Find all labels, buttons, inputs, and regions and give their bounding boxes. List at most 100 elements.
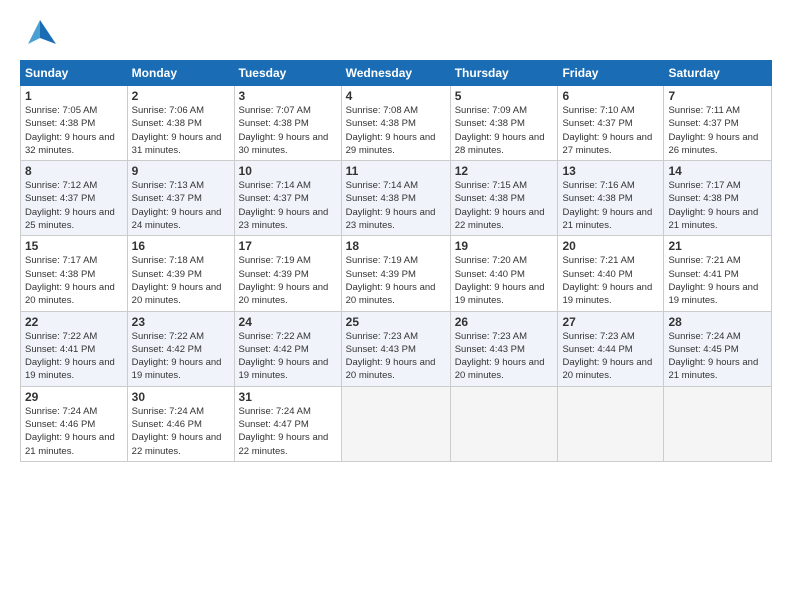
table-row: 4 Sunrise: 7:08 AMSunset: 4:38 PMDayligh…: [341, 86, 450, 161]
col-tuesday: Tuesday: [234, 61, 341, 86]
day-info: Sunrise: 7:13 AMSunset: 4:37 PMDaylight:…: [132, 180, 222, 231]
day-number: 8: [25, 164, 123, 178]
header: [20, 16, 772, 54]
col-saturday: Saturday: [664, 61, 772, 86]
day-number: 17: [239, 239, 337, 253]
day-info: Sunrise: 7:15 AMSunset: 4:38 PMDaylight:…: [455, 180, 545, 231]
table-row: 10 Sunrise: 7:14 AMSunset: 4:37 PMDaylig…: [234, 161, 341, 236]
day-number: 22: [25, 315, 123, 329]
day-number: 5: [455, 89, 554, 103]
table-row: 23 Sunrise: 7:22 AMSunset: 4:42 PMDaylig…: [127, 311, 234, 386]
day-number: 28: [668, 315, 767, 329]
col-thursday: Thursday: [450, 61, 558, 86]
table-row: 30 Sunrise: 7:24 AMSunset: 4:46 PMDaylig…: [127, 386, 234, 461]
day-number: 29: [25, 390, 123, 404]
calendar-table: Sunday Monday Tuesday Wednesday Thursday…: [20, 60, 772, 462]
table-row: [664, 386, 772, 461]
day-number: 10: [239, 164, 337, 178]
day-info: Sunrise: 7:09 AMSunset: 4:38 PMDaylight:…: [455, 105, 545, 156]
day-info: Sunrise: 7:12 AMSunset: 4:37 PMDaylight:…: [25, 180, 115, 231]
table-row: 25 Sunrise: 7:23 AMSunset: 4:43 PMDaylig…: [341, 311, 450, 386]
day-info: Sunrise: 7:14 AMSunset: 4:38 PMDaylight:…: [346, 180, 436, 231]
table-row: 18 Sunrise: 7:19 AMSunset: 4:39 PMDaylig…: [341, 236, 450, 311]
day-info: Sunrise: 7:24 AMSunset: 4:45 PMDaylight:…: [668, 331, 758, 382]
table-row: 15 Sunrise: 7:17 AMSunset: 4:38 PMDaylig…: [21, 236, 128, 311]
day-info: Sunrise: 7:24 AMSunset: 4:47 PMDaylight:…: [239, 406, 329, 457]
day-info: Sunrise: 7:19 AMSunset: 4:39 PMDaylight:…: [346, 255, 436, 306]
day-info: Sunrise: 7:18 AMSunset: 4:39 PMDaylight:…: [132, 255, 222, 306]
table-row: 22 Sunrise: 7:22 AMSunset: 4:41 PMDaylig…: [21, 311, 128, 386]
day-info: Sunrise: 7:22 AMSunset: 4:42 PMDaylight:…: [239, 331, 329, 382]
table-row: 28 Sunrise: 7:24 AMSunset: 4:45 PMDaylig…: [664, 311, 772, 386]
day-number: 3: [239, 89, 337, 103]
table-row: 26 Sunrise: 7:23 AMSunset: 4:43 PMDaylig…: [450, 311, 558, 386]
day-info: Sunrise: 7:08 AMSunset: 4:38 PMDaylight:…: [346, 105, 436, 156]
table-row: 21 Sunrise: 7:21 AMSunset: 4:41 PMDaylig…: [664, 236, 772, 311]
table-row: 24 Sunrise: 7:22 AMSunset: 4:42 PMDaylig…: [234, 311, 341, 386]
table-row: 3 Sunrise: 7:07 AMSunset: 4:38 PMDayligh…: [234, 86, 341, 161]
table-row: 27 Sunrise: 7:23 AMSunset: 4:44 PMDaylig…: [558, 311, 664, 386]
calendar-header-row: Sunday Monday Tuesday Wednesday Thursday…: [21, 61, 772, 86]
day-info: Sunrise: 7:07 AMSunset: 4:38 PMDaylight:…: [239, 105, 329, 156]
table-row: [558, 386, 664, 461]
day-number: 2: [132, 89, 230, 103]
day-info: Sunrise: 7:19 AMSunset: 4:39 PMDaylight:…: [239, 255, 329, 306]
table-row: 1 Sunrise: 7:05 AMSunset: 4:38 PMDayligh…: [21, 86, 128, 161]
calendar-week-row: 22 Sunrise: 7:22 AMSunset: 4:41 PMDaylig…: [21, 311, 772, 386]
day-number: 11: [346, 164, 446, 178]
table-row: 8 Sunrise: 7:12 AMSunset: 4:37 PMDayligh…: [21, 161, 128, 236]
day-info: Sunrise: 7:23 AMSunset: 4:43 PMDaylight:…: [346, 331, 436, 382]
day-info: Sunrise: 7:17 AMSunset: 4:38 PMDaylight:…: [668, 180, 758, 231]
day-number: 26: [455, 315, 554, 329]
day-info: Sunrise: 7:21 AMSunset: 4:40 PMDaylight:…: [562, 255, 652, 306]
table-row: [341, 386, 450, 461]
table-row: 2 Sunrise: 7:06 AMSunset: 4:38 PMDayligh…: [127, 86, 234, 161]
day-info: Sunrise: 7:22 AMSunset: 4:41 PMDaylight:…: [25, 331, 115, 382]
day-info: Sunrise: 7:17 AMSunset: 4:38 PMDaylight:…: [25, 255, 115, 306]
calendar-week-row: 15 Sunrise: 7:17 AMSunset: 4:38 PMDaylig…: [21, 236, 772, 311]
day-info: Sunrise: 7:14 AMSunset: 4:37 PMDaylight:…: [239, 180, 329, 231]
logo-icon: [20, 16, 58, 54]
day-number: 7: [668, 89, 767, 103]
day-number: 31: [239, 390, 337, 404]
day-number: 9: [132, 164, 230, 178]
table-row: 29 Sunrise: 7:24 AMSunset: 4:46 PMDaylig…: [21, 386, 128, 461]
table-row: 13 Sunrise: 7:16 AMSunset: 4:38 PMDaylig…: [558, 161, 664, 236]
table-row: 14 Sunrise: 7:17 AMSunset: 4:38 PMDaylig…: [664, 161, 772, 236]
day-info: Sunrise: 7:22 AMSunset: 4:42 PMDaylight:…: [132, 331, 222, 382]
table-row: 20 Sunrise: 7:21 AMSunset: 4:40 PMDaylig…: [558, 236, 664, 311]
day-number: 16: [132, 239, 230, 253]
col-sunday: Sunday: [21, 61, 128, 86]
day-number: 1: [25, 89, 123, 103]
day-info: Sunrise: 7:16 AMSunset: 4:38 PMDaylight:…: [562, 180, 652, 231]
page: Sunday Monday Tuesday Wednesday Thursday…: [0, 0, 792, 472]
table-row: 7 Sunrise: 7:11 AMSunset: 4:37 PMDayligh…: [664, 86, 772, 161]
day-number: 23: [132, 315, 230, 329]
day-info: Sunrise: 7:21 AMSunset: 4:41 PMDaylight:…: [668, 255, 758, 306]
day-number: 27: [562, 315, 659, 329]
table-row: 9 Sunrise: 7:13 AMSunset: 4:37 PMDayligh…: [127, 161, 234, 236]
day-info: Sunrise: 7:20 AMSunset: 4:40 PMDaylight:…: [455, 255, 545, 306]
day-number: 14: [668, 164, 767, 178]
day-number: 15: [25, 239, 123, 253]
day-number: 12: [455, 164, 554, 178]
day-number: 21: [668, 239, 767, 253]
day-info: Sunrise: 7:06 AMSunset: 4:38 PMDaylight:…: [132, 105, 222, 156]
day-number: 13: [562, 164, 659, 178]
table-row: 17 Sunrise: 7:19 AMSunset: 4:39 PMDaylig…: [234, 236, 341, 311]
table-row: [450, 386, 558, 461]
day-number: 18: [346, 239, 446, 253]
day-number: 4: [346, 89, 446, 103]
table-row: 31 Sunrise: 7:24 AMSunset: 4:47 PMDaylig…: [234, 386, 341, 461]
day-info: Sunrise: 7:10 AMSunset: 4:37 PMDaylight:…: [562, 105, 652, 156]
day-number: 30: [132, 390, 230, 404]
col-friday: Friday: [558, 61, 664, 86]
table-row: 11 Sunrise: 7:14 AMSunset: 4:38 PMDaylig…: [341, 161, 450, 236]
logo: [20, 16, 62, 54]
calendar-week-row: 1 Sunrise: 7:05 AMSunset: 4:38 PMDayligh…: [21, 86, 772, 161]
day-info: Sunrise: 7:11 AMSunset: 4:37 PMDaylight:…: [668, 105, 758, 156]
day-info: Sunrise: 7:23 AMSunset: 4:44 PMDaylight:…: [562, 331, 652, 382]
day-number: 19: [455, 239, 554, 253]
col-monday: Monday: [127, 61, 234, 86]
table-row: 19 Sunrise: 7:20 AMSunset: 4:40 PMDaylig…: [450, 236, 558, 311]
